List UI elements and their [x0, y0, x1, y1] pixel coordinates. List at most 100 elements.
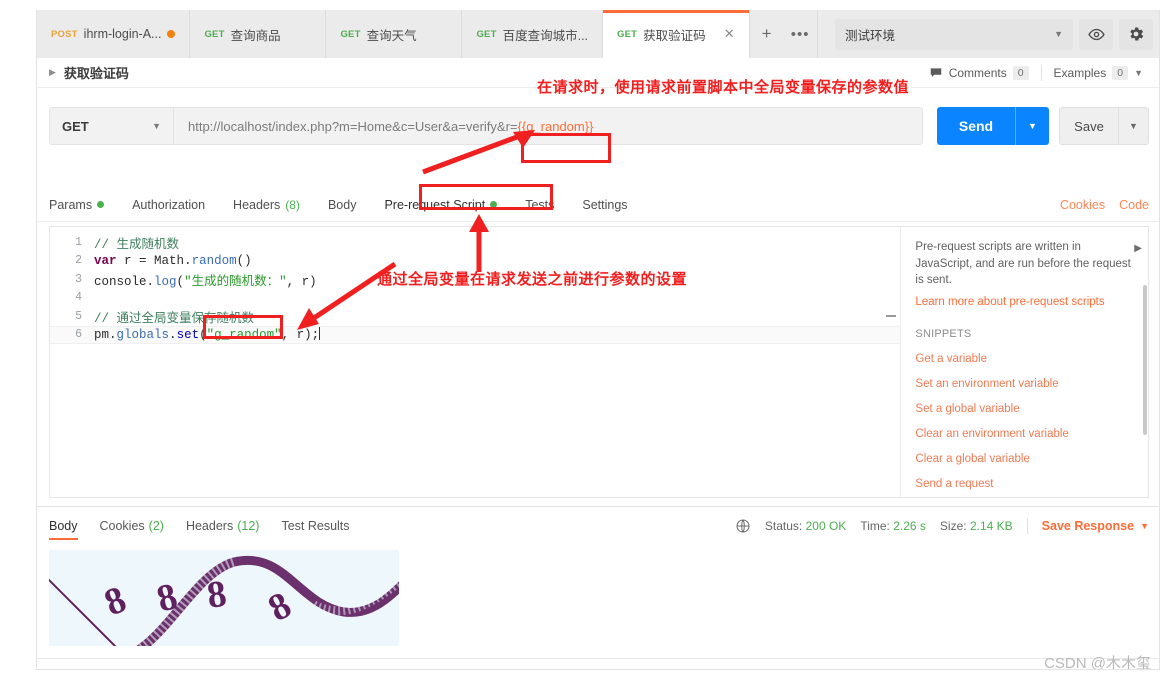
code-object: pm [94, 328, 110, 343]
url-bar-row: GET ▼ http://localhost/index.php?m=Home&… [37, 100, 1159, 152]
response-tab-test-results-label: Test Results [281, 519, 350, 533]
size-value: 2.14 KB [969, 519, 1013, 533]
eye-icon [1087, 28, 1105, 40]
gear-icon [1130, 27, 1144, 41]
tab-body[interactable]: Body [314, 188, 371, 222]
save-options-chevron-down-icon[interactable]: ▼ [1118, 108, 1148, 144]
code-function: random [191, 253, 237, 268]
time-group: Time: 2.26 s [860, 519, 926, 533]
manage-environments-button[interactable] [1119, 18, 1153, 50]
chevron-down-icon: ▼ [1054, 29, 1063, 39]
new-tab-button[interactable]: + [749, 10, 784, 58]
code-text: , r) [286, 274, 317, 289]
chevron-right-icon[interactable]: ▶ [49, 67, 56, 78]
code-object: Math [154, 253, 185, 268]
tab-pre-request-script-label: Pre-request Script [384, 197, 486, 212]
snippets-scrollbar[interactable] [1143, 285, 1147, 435]
tab-title-label: 百度查询城市... [502, 28, 589, 43]
snippet-clear-an-environment-variable[interactable]: Clear an environment variable [915, 428, 1134, 440]
code-link[interactable]: Code [1119, 198, 1149, 212]
request-tab-get-captcha[interactable]: GET 获取验证码 ✕ [603, 10, 750, 58]
time-label: Time: [860, 519, 890, 533]
snippet-clear-a-global-variable[interactable]: Clear a global variable [915, 453, 1134, 465]
tab-params[interactable]: Params [49, 188, 118, 222]
code-line: 1 // 生成随机数 [50, 233, 900, 252]
code-comment: // 生成随机数 [94, 237, 180, 252]
code-function: log [154, 274, 177, 289]
request-section-tabs: Params Authorization Headers (8) Body Pr… [37, 188, 1159, 222]
environment-selector[interactable]: 测试环境 ▼ [835, 18, 1073, 50]
line-number: 3 [75, 272, 82, 286]
code-fold-marker-icon[interactable] [886, 315, 897, 317]
snippet-get-a-variable[interactable]: Get a variable [915, 353, 1134, 365]
comments-button[interactable]: Comments 0 [917, 65, 1041, 80]
code-string: "g_random" [206, 328, 282, 343]
tab-headers-count: (8) [285, 197, 300, 212]
learn-more-link[interactable]: Learn more about pre-request scripts [915, 296, 1134, 308]
tab-settings-label: Settings [582, 197, 628, 212]
request-tab-baidu-city[interactable]: GET 百度查询城市... [462, 10, 604, 58]
http-method-selector[interactable]: GET ▼ [49, 107, 173, 145]
response-tab-headers[interactable]: Headers (12) [186, 508, 259, 544]
time-value: 2.26 s [893, 519, 926, 533]
send-button[interactable]: Send ▼ [937, 107, 1049, 145]
tab-pre-request-script[interactable]: Pre-request Script [370, 188, 511, 222]
watermark: CSDN @木木玺 [1044, 655, 1151, 670]
comments-label: Comments [948, 65, 1007, 80]
examples-button[interactable]: Examples 0 ▼ [1042, 65, 1149, 80]
tab-method-label: POST [51, 28, 78, 40]
request-tab-ihrm-login[interactable]: POST ihrm-login-A... [37, 10, 191, 58]
tab-authorization-label: Authorization [132, 197, 206, 212]
divider [37, 658, 1159, 659]
code-line: 5 // 通过全局变量保存随机数 [50, 307, 900, 326]
tab-method-label: GET [204, 28, 225, 40]
cookies-link[interactable]: Cookies [1060, 198, 1105, 212]
tab-params-label: Params [49, 197, 93, 212]
response-tab-headers-count: (12) [237, 519, 260, 533]
line-number: 2 [75, 254, 82, 268]
request-tab-query-product[interactable]: GET 查询商品 [190, 10, 327, 58]
response-body-pane: 8 8 8 8 [49, 544, 1149, 658]
tab-options-icon[interactable]: ••• [783, 10, 818, 58]
url-input[interactable]: http://localhost/index.php?m=Home&c=User… [173, 107, 923, 145]
tab-tests[interactable]: Tests [511, 188, 568, 222]
request-tab-query-weather[interactable]: GET 查询天气 [326, 10, 463, 58]
response-tab-cookies[interactable]: Cookies (2) [100, 508, 164, 544]
tab-settings[interactable]: Settings [568, 188, 641, 222]
response-tab-body[interactable]: Body [49, 508, 78, 544]
send-button-label: Send [937, 107, 1015, 145]
code-dot: . [169, 328, 177, 343]
save-response-button[interactable]: Save Response ▼ [1042, 519, 1149, 533]
snippet-set-a-global-variable[interactable]: Set a global variable [915, 403, 1134, 415]
line-number: 4 [75, 291, 82, 305]
request-tab-bar: POST ihrm-login-A... GET 查询商品 GET 查询天气 G… [37, 10, 1159, 58]
comment-icon [930, 67, 941, 77]
send-options-chevron-down-icon[interactable]: ▼ [1015, 107, 1049, 145]
response-tab-cookies-label: Cookies [99, 519, 145, 533]
close-icon[interactable]: ✕ [724, 26, 735, 42]
globe-icon[interactable] [735, 518, 751, 534]
tab-method-label: GET [476, 28, 497, 40]
collapse-panel-chevron-right-icon[interactable]: ▶ [1134, 243, 1142, 254]
save-button-label: Save [1060, 108, 1118, 144]
code-paren: ( [176, 274, 185, 289]
response-section-tabs: Body Cookies (2) Headers (12) Test Resul… [49, 508, 1149, 544]
tab-title-label: 获取验证码 [643, 28, 706, 43]
snippets-panel: ▶ Pre-request scripts are written in Jav… [900, 227, 1148, 497]
examples-count: 0 [1112, 65, 1129, 80]
snippet-send-a-request[interactable]: Send a request [915, 478, 1134, 490]
code-dot: . [146, 274, 155, 289]
status-label: Status: [764, 519, 803, 533]
environment-quick-look-button[interactable] [1079, 18, 1113, 50]
code-string: "生成的随机数：" [184, 274, 287, 289]
response-tab-test-results[interactable]: Test Results [281, 508, 349, 544]
divider [37, 506, 1159, 507]
code-paren: ( [199, 328, 207, 343]
comments-count: 0 [1012, 65, 1029, 80]
tab-headers[interactable]: Headers (8) [219, 188, 314, 222]
tab-authorization[interactable]: Authorization [118, 188, 219, 222]
response-tab-cookies-count: (2) [148, 519, 164, 533]
code-dot: . [184, 253, 192, 268]
snippet-set-an-environment-variable[interactable]: Set an environment variable [915, 378, 1134, 390]
save-button[interactable]: Save ▼ [1059, 107, 1149, 145]
